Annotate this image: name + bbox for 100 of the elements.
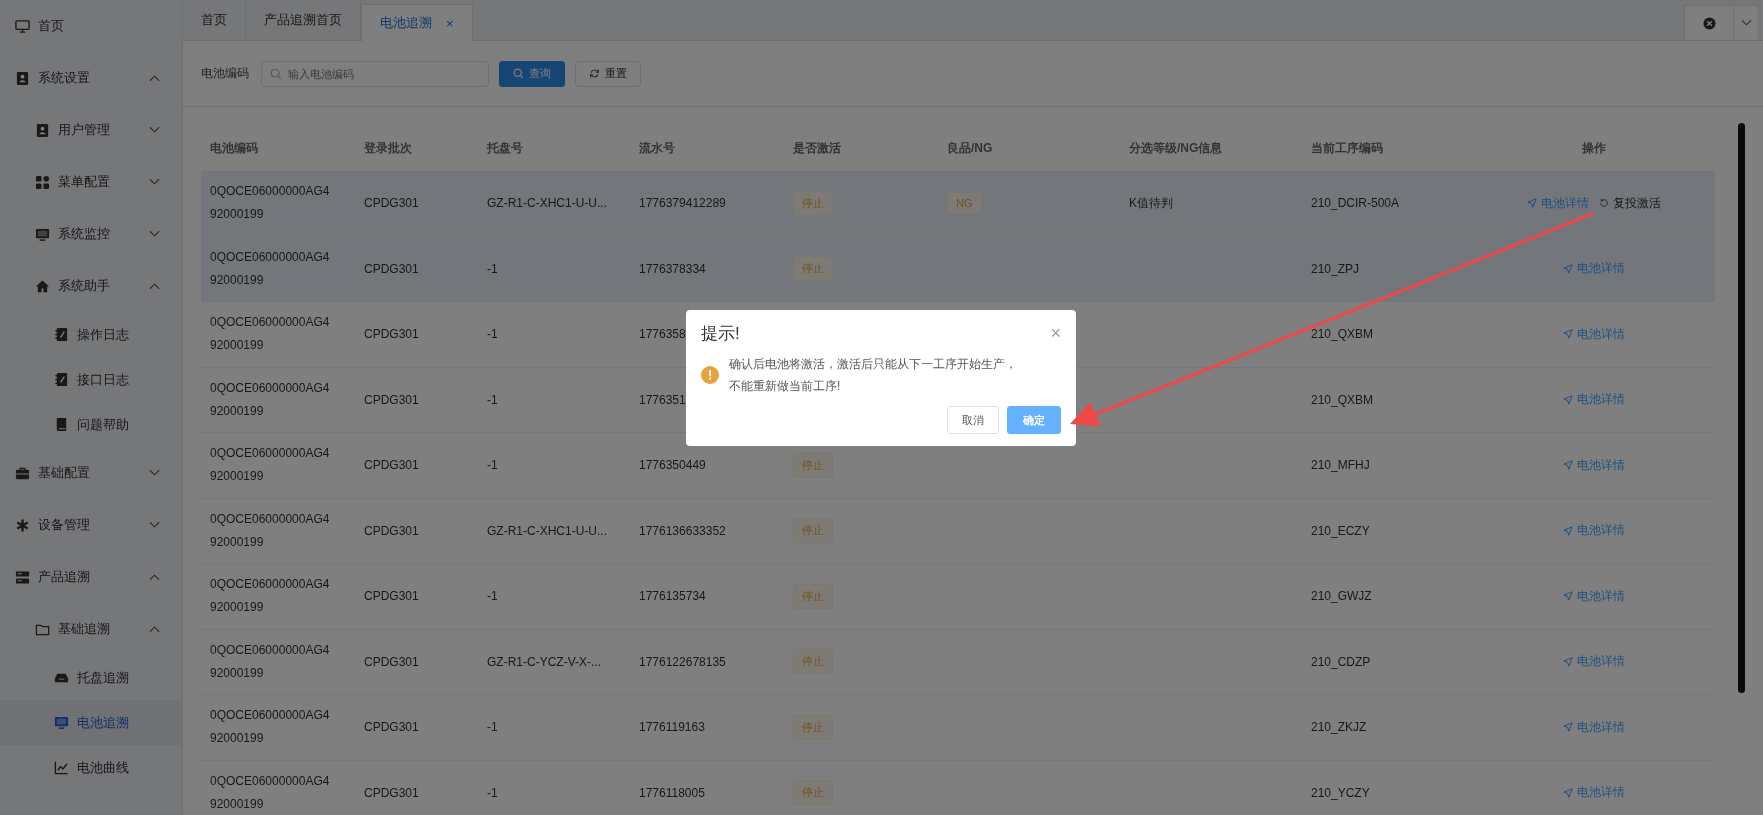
chevron-icon [149,521,160,529]
search-icon [513,68,524,79]
table-cell: 210_CDZP [1311,654,1371,669]
chevron-icon [149,469,160,477]
table-cell: 1776379412289 [639,196,726,211]
send-icon [1562,460,1573,471]
table-row[interactable]: 0QOCE06000000AG492000199 CPDG301 -1 1776378334 停止 210_ZPJ 电池详情 [201,236,1715,302]
scrollbar[interactable] [1738,123,1745,693]
battery-detail-link[interactable]: 电池详情 [1562,718,1625,736]
reset-button[interactable]: 重置 [575,60,641,87]
column-header: 电池编码 [210,140,258,155]
table-cell: 1776350449 [639,458,706,473]
table-cell: -1 [487,392,498,407]
monitor-icon [54,715,69,730]
line-chart-icon [54,760,69,775]
asterisk-icon [15,517,30,533]
sidebar-item[interactable]: 基础追溯 [0,603,182,655]
table-cell: 210_QXBM [1311,327,1374,342]
tab[interactable]: 首页 [183,0,246,40]
sidebar-item[interactable]: 用户管理 [0,104,182,156]
table-cell: 210_DCIR-500A [1311,196,1400,211]
send-icon [1562,656,1573,667]
sidebar-item[interactable]: 系统设置 [0,52,182,104]
table-cell: 1776358 [639,327,686,342]
sidebar-item[interactable]: 问题帮助 [0,402,182,447]
status-tag: 停止 [793,518,833,544]
quality-tag: NG [947,192,982,215]
sidebar-item[interactable]: 设备管理 [0,499,182,551]
battery-detail-link[interactable]: 电池详情 [1562,391,1625,409]
battery-detail-link[interactable]: 电池详情 [1562,456,1625,474]
table-cell: CPDG301 [364,654,419,669]
chevron-icon [149,282,160,290]
sidebar-item[interactable]: 菜单配置 [0,156,182,208]
sidebar-item[interactable]: 基础配置 [0,447,182,499]
table-cell: CPDG301 [364,327,419,342]
notebook-icon [54,372,69,387]
battery-detail-link[interactable]: 电池详情 [1562,784,1625,802]
table-cell: 210_MFHJ [1311,458,1370,473]
table-cell: CPDG301 [364,392,419,407]
table-cell: 210_ZKJZ [1311,720,1367,735]
sidebar-item[interactable]: 系统助手 [0,260,182,312]
status-tag: 停止 [793,256,833,282]
column-header: 是否激活 [793,140,841,155]
tab[interactable]: 电池追溯 × [361,4,473,41]
status-tag: 停止 [793,649,833,675]
table-row[interactable]: 0QOCE06000000AG492000199 CPDG301 -1 1776119163 停止 210_ZKJZ 电池详情 [201,695,1715,761]
column-header: 分选等级/NG信息 [1129,140,1223,155]
close-icon[interactable]: × [446,15,454,31]
search-label: 电池编码 [201,65,249,82]
search-button[interactable]: 查询 [499,60,565,87]
chevron-icon [149,126,160,134]
close-icon[interactable]: × [1050,323,1061,344]
battery-detail-link[interactable]: 电池详情 [1562,587,1625,605]
table-cell: -1 [487,261,498,276]
battery-detail-link[interactable]: 电池详情 [1562,325,1625,343]
table-cell: -1 [487,458,498,473]
table-row[interactable]: 0QOCE06000000AG492000199 CPDG301 -1 1776118005 停止 210_YCZY 电池详情 [201,760,1715,815]
status-tag: 停止 [793,714,833,740]
column-header: 操作 [1581,139,1606,157]
table-cell-text: 0QOCE06000000AG492000199 [210,510,331,551]
id-card-icon [35,122,50,138]
table-cell: GZ-R1-C-XHC1-U-U... [487,523,607,538]
refresh-icon [1598,198,1609,209]
cancel-button[interactable]: 取消 [947,406,999,434]
sidebar-item[interactable]: 首页 [0,0,182,52]
table-cell: 1776378334 [639,261,706,276]
table-cell: -1 [487,720,498,735]
chevron-icon [149,230,160,238]
sidebar-item[interactable]: 系统监控 [0,208,182,260]
table-cell: -1 [487,785,498,800]
table-row[interactable]: 0QOCE06000000AG492000199 CPDG301 -1 1776135734 停止 210_GWJZ 电池详情 [201,564,1715,630]
column-header: 流水号 [639,140,675,155]
sidebar-item[interactable]: 托盘追溯 [0,655,182,700]
table-row[interactable]: 0QOCE06000000AG492000199 CPDG301 GZ-R1-C-XHC1-U-U... 1776379412289 停止 NG K值待判 210_DCIR-500A 电池详情 复投激活 [201,171,1715,237]
battery-detail-link[interactable]: 电池详情 [1562,522,1625,540]
book-icon [54,417,69,432]
battery-detail-link[interactable]: 电池详情 [1562,653,1625,671]
sidebar-item[interactable]: 接口日志 [0,357,182,402]
confirm-button[interactable]: 确定 [1007,406,1061,434]
sidebar-item[interactable]: 电池曲线 [0,745,182,790]
status-tag: 停止 [793,780,833,806]
table-row[interactable]: 0QOCE06000000AG492000199 CPDG301 GZ-R1-C-XHC1-U-U... 1776136633352 停止 210_ECZY 电池详情 [201,498,1715,564]
send-icon [1562,722,1573,733]
table-cell: CPDG301 [364,261,419,276]
sidebar-item[interactable]: 电池追溯 [0,700,182,745]
sidebar-item[interactable]: 操作日志 [0,312,182,357]
table-row[interactable]: 0QOCE06000000AG492000199 CPDG301 GZ-R1-C-YCZ-V-X-... 1776122678135 停止 210_CDZP 电池详情 [201,629,1715,695]
search-field[interactable]: 输入电池编码 [261,60,489,87]
table-cell-text: 0QOCE06000000AG492000199 [210,772,331,813]
table-cell: CPDG301 [364,589,419,604]
table-cell: 210_YCZY [1311,785,1370,800]
send-icon [1526,198,1537,209]
chevron-icon [1740,19,1752,27]
table-cell: 210_ZPJ [1311,261,1360,276]
send-icon [1562,591,1573,602]
table-cell: 1776136633352 [639,523,726,538]
table-cell: -1 [487,327,498,342]
status-tag: 停止 [793,452,833,478]
reactivate-link[interactable]: 复投激活 [1598,194,1661,212]
sidebar-item[interactable]: 产品追溯 [0,551,182,603]
